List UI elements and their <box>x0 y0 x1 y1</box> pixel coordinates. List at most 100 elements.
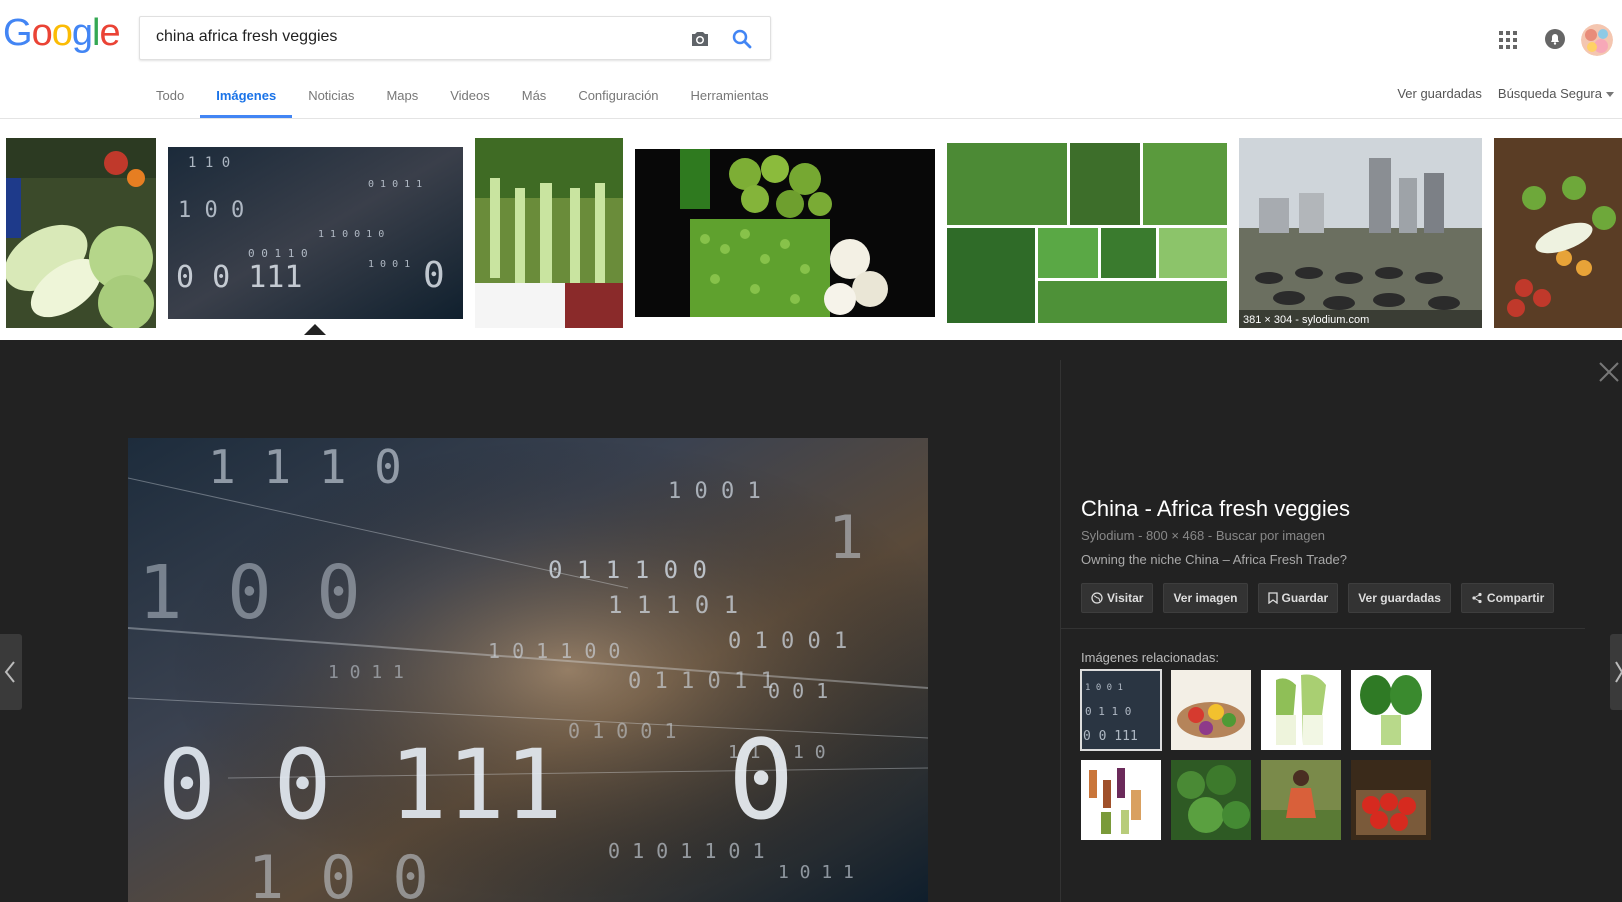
previous-image-button[interactable] <box>0 634 22 710</box>
related-image[interactable] <box>1171 670 1251 750</box>
svg-text:1 0 0 1: 1 0 0 1 <box>1085 683 1123 693</box>
search-input[interactable] <box>156 28 676 46</box>
related-image[interactable] <box>1081 760 1161 840</box>
view-saved-button[interactable]: Ver guardadas <box>1348 583 1451 613</box>
thumbnail-image <box>1494 138 1622 328</box>
view-image-label: Ver imagen <box>1173 591 1238 605</box>
related-image[interactable] <box>1261 760 1341 840</box>
safe-search-label: Búsqueda Segura <box>1497 86 1602 101</box>
svg-text:1 1 0 0 1 0: 1 1 0 0 1 0 <box>318 229 384 240</box>
svg-text:0: 0 <box>728 716 794 844</box>
svg-text:0 0 111: 0 0 111 <box>176 260 302 295</box>
svg-text:1 0 0 1: 1 0 0 1 <box>668 479 761 504</box>
svg-text:0 1 1 1 0 0: 0 1 1 1 0 0 <box>548 556 707 584</box>
svg-text:1 1 1 0 1: 1 1 1 0 1 <box>608 591 738 619</box>
tab-configuracion[interactable]: Configuración <box>562 80 674 117</box>
svg-text:1 0 0: 1 0 0 <box>138 550 361 636</box>
related-thumbnail <box>1081 760 1161 840</box>
related-image[interactable] <box>1261 670 1341 750</box>
svg-text:1 0 0 1: 1 0 0 1 <box>368 259 410 270</box>
share-label: Compartir <box>1486 591 1545 605</box>
next-image-button[interactable] <box>1610 634 1622 710</box>
thumbnail-image: 1 1 0 1 0 0 0 1 0 1 1 1 1 0 0 1 0 0 0 1 … <box>168 147 463 319</box>
svg-text:0 0 1: 0 0 1 <box>768 679 828 703</box>
svg-text:1 1 1 0: 1 1 1 0 <box>208 440 402 494</box>
avatar[interactable] <box>1581 24 1613 56</box>
thumbnail-image <box>475 138 623 328</box>
svg-text:1 0 1 1: 1 0 1 1 <box>328 662 404 683</box>
svg-text:0 1 1 0: 0 1 1 0 <box>1085 705 1131 718</box>
thumbnail-caption: 381 × 304 - sylodium.com <box>1243 314 1370 326</box>
search-by-image-link[interactable]: Buscar por imagen <box>1216 528 1325 543</box>
search-tabs: Todo Imágenes Noticias Maps Videos Más C… <box>140 80 785 118</box>
tab-maps[interactable]: Maps <box>370 80 434 117</box>
close-icon[interactable] <box>1597 360 1621 384</box>
result-thumbnail[interactable]: 381 × 304 - sylodium.com <box>1239 138 1482 328</box>
safe-search-menu[interactable]: Búsqueda Segura <box>1498 86 1614 101</box>
tab-videos[interactable]: Videos <box>434 80 506 117</box>
related-image[interactable] <box>1171 760 1251 840</box>
related-thumbnail <box>1171 760 1251 840</box>
tab-todo[interactable]: Todo <box>140 80 200 117</box>
svg-text:1 1 0 1 0: 1 1 0 1 0 <box>728 742 826 763</box>
tab-mas[interactable]: Más <box>506 80 563 117</box>
share-button[interactable]: Compartir <box>1460 583 1555 613</box>
notifications-icon[interactable] <box>1544 28 1566 50</box>
thumbnail-image <box>1239 138 1482 328</box>
image-description: Owning the niche China – Africa Fresh Tr… <box>1081 552 1347 567</box>
related-image-selected[interactable]: 1 0 0 1 0 1 1 0 0 0 111 <box>1080 669 1162 751</box>
result-thumbnail[interactable] <box>1494 138 1622 328</box>
related-image[interactable] <box>1351 760 1431 840</box>
save-label: Guardar <box>1281 591 1329 605</box>
svg-text:1 0 1 1: 1 0 1 1 <box>778 862 854 883</box>
tab-herramientas[interactable]: Herramientas <box>675 80 785 117</box>
result-thumbnail[interactable] <box>475 138 623 328</box>
svg-text:1 0 0: 1 0 0 <box>248 843 429 902</box>
binary-image: 1 1 1 0 1 0 0 0 0 111 0 1 1 0 0 1 0 1 1 … <box>128 438 928 902</box>
svg-text:0 0 111: 0 0 111 <box>1083 729 1138 744</box>
svg-text:0 1 0 1 1: 0 1 0 1 1 <box>368 179 422 190</box>
svg-text:1 0 1 1 0 0: 1 0 1 1 0 0 <box>488 639 620 663</box>
panel-divider <box>1060 360 1061 902</box>
thumbnail-image <box>635 149 935 317</box>
image-title[interactable]: China - Africa fresh veggies <box>1081 496 1601 522</box>
header-right-links: Ver guardadas Búsqueda Segura <box>1397 86 1614 101</box>
related-thumbnail <box>1261 670 1341 750</box>
logo-letter: G <box>3 12 33 54</box>
camera-icon[interactable] <box>688 27 712 51</box>
visit-label: Visitar <box>1107 591 1144 605</box>
image-preview-panel: 1 1 1 0 1 0 0 0 0 111 0 1 1 0 0 1 0 1 1 … <box>0 340 1622 902</box>
visit-button[interactable]: Visitar <box>1081 583 1154 613</box>
svg-text:0: 0 <box>423 255 445 296</box>
chevron-right-icon <box>1615 661 1622 683</box>
logo-letter: l <box>91 12 101 54</box>
save-button[interactable]: Guardar <box>1257 583 1339 613</box>
preview-image[interactable]: 1 1 1 0 1 0 0 0 0 111 0 1 1 0 0 1 0 1 1 … <box>128 438 928 902</box>
svg-text:0 0 1 1 0: 0 0 1 1 0 <box>248 247 308 260</box>
search-icon[interactable] <box>730 27 754 51</box>
action-buttons: Visitar Ver imagen Guardar Ver guardadas… <box>1081 583 1601 613</box>
thumbnail-image <box>6 138 156 328</box>
image-dimensions: 800 × 468 <box>1146 528 1205 543</box>
google-logo[interactable]: Google <box>3 12 121 55</box>
tab-noticias[interactable]: Noticias <box>292 80 370 117</box>
result-thumbnail[interactable] <box>6 138 156 328</box>
search-box <box>139 16 771 60</box>
saved-link[interactable]: Ver guardadas <box>1397 86 1482 101</box>
image-meta: Sylodium - 800 × 468 - Buscar por imagen <box>1081 528 1601 543</box>
tab-imagenes[interactable]: Imágenes <box>200 80 293 118</box>
bookmark-icon <box>1267 592 1278 604</box>
result-thumbnail[interactable] <box>947 143 1227 323</box>
result-thumbnail[interactable] <box>635 149 935 317</box>
logo-letter: e <box>99 12 120 54</box>
image-info: China - Africa fresh veggies Sylodium - … <box>1081 496 1601 613</box>
svg-text:0 1 0 0 1: 0 1 0 0 1 <box>728 629 847 654</box>
apps-grid-icon[interactable] <box>1498 30 1518 50</box>
chevron-left-icon <box>4 661 15 683</box>
result-thumbnail-selected[interactable]: 1 1 0 1 0 0 0 1 0 1 1 1 1 0 0 1 0 0 0 1 … <box>168 147 463 319</box>
related-image[interactable] <box>1351 670 1431 750</box>
source-name[interactable]: Sylodium <box>1081 528 1134 543</box>
view-image-button[interactable]: Ver imagen <box>1163 583 1248 613</box>
info-divider <box>1061 628 1585 629</box>
image-results-strip: 1 1 0 1 0 0 0 1 0 1 1 1 1 0 0 1 0 0 0 1 … <box>0 119 1622 339</box>
